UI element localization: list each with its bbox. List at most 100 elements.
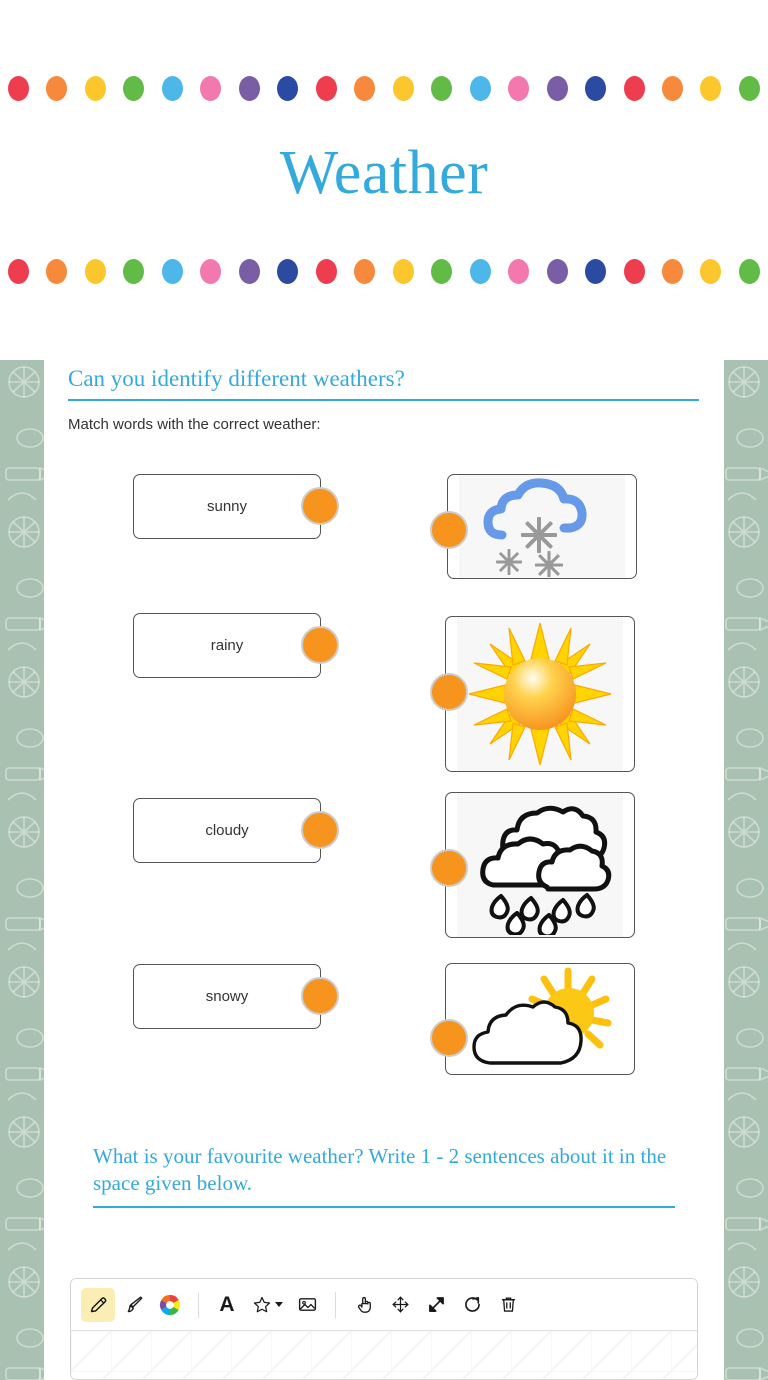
- decorative-dot: [392, 75, 414, 101]
- decorative-dot: [315, 75, 337, 101]
- decorative-dot: [738, 258, 760, 284]
- image-inner-backdrop: [459, 475, 625, 578]
- decorative-dot: [661, 75, 683, 101]
- chevron-down-icon: [274, 1302, 283, 1307]
- decorative-dot: [431, 258, 453, 284]
- decorative-dot: [546, 75, 568, 101]
- drawing-answer-widget[interactable]: A: [70, 1278, 698, 1380]
- decorative-dot: [469, 75, 491, 101]
- decorative-dot: [161, 258, 183, 284]
- question-1-section: Can you identify different weathers? Mat…: [68, 360, 700, 1075]
- decorative-dot: [84, 75, 106, 101]
- word-box-sunny[interactable]: sunny: [133, 474, 321, 539]
- image-icon: [298, 1298, 316, 1311]
- decorative-dot: [623, 75, 645, 101]
- decorative-dot: [200, 258, 222, 284]
- color-picker-tool-button[interactable]: [153, 1288, 187, 1322]
- word-label: rainy: [210, 637, 244, 654]
- image-inner-backdrop: [457, 793, 623, 937]
- toolbar-separator: [335, 1291, 336, 1318]
- decorative-dot: [46, 258, 68, 284]
- drawing-toolbar: A: [71, 1279, 697, 1331]
- decorative-dot: [546, 258, 568, 284]
- partly-cloudy-icon: [472, 967, 612, 1065]
- word-box-cloudy[interactable]: cloudy: [133, 798, 321, 863]
- decorative-dot: [469, 258, 491, 284]
- decorative-dot: [8, 258, 29, 284]
- decorative-dot: [46, 75, 68, 101]
- decorative-dot: [392, 258, 414, 284]
- decorative-dot: [8, 75, 29, 101]
- redo-tool-button[interactable]: [455, 1288, 489, 1322]
- decorative-dot: [585, 258, 607, 284]
- move-tool-button[interactable]: [383, 1288, 417, 1322]
- decorative-dot: [738, 75, 760, 101]
- decorative-dot-strip-top: [0, 75, 768, 101]
- decorative-dot: [661, 258, 683, 284]
- decorative-dot: [123, 75, 145, 101]
- snowy-cloud-icon: [483, 477, 587, 577]
- connector-knob-image-snowy-cloud[interactable]: [430, 511, 468, 549]
- decorative-dot: [623, 258, 645, 284]
- decorative-dot: [354, 258, 376, 284]
- rain-cloud-icon: [480, 805, 612, 935]
- matching-exercise: sunny rainy cloudy snowy: [68, 449, 700, 1075]
- text-tool-button[interactable]: A: [210, 1288, 244, 1322]
- hand-tool-button[interactable]: [347, 1288, 381, 1322]
- text-tool-label: A: [219, 1292, 235, 1316]
- delete-tool-button[interactable]: [491, 1288, 525, 1322]
- question-2-prompt: What is your favourite weather? Write 1 …: [93, 1143, 675, 1208]
- page-title: Weather: [279, 139, 489, 207]
- sun-icon: [468, 622, 612, 766]
- resize-diagonal-icon: [428, 1297, 444, 1312]
- connector-knob-word-cloudy[interactable]: [301, 811, 339, 849]
- decorative-dot: [700, 258, 722, 284]
- word-label: cloudy: [205, 822, 249, 839]
- decorative-dot-strip-bottom: [0, 258, 768, 284]
- drawing-canvas[interactable]: [71, 1331, 697, 1379]
- connector-knob-image-sun[interactable]: [430, 673, 468, 711]
- image-card-snowy-cloud[interactable]: [447, 474, 637, 579]
- decorative-dot: [585, 75, 607, 101]
- decorative-dot: [315, 258, 337, 284]
- toolbar-separator: [198, 1291, 199, 1318]
- move-arrows-icon: [391, 1296, 409, 1313]
- decorative-dot: [700, 75, 722, 101]
- word-box-snowy[interactable]: snowy: [133, 964, 321, 1029]
- image-inner-backdrop: [457, 617, 623, 771]
- word-label: sunny: [206, 498, 248, 515]
- word-box-rainy[interactable]: rainy: [133, 613, 321, 678]
- decorative-dot: [238, 258, 260, 284]
- word-label: snowy: [205, 988, 249, 1005]
- image-inner-backdrop: [457, 964, 623, 1074]
- pencil-tool-button[interactable]: [81, 1287, 115, 1322]
- connector-knob-image-partly-cloudy[interactable]: [430, 1019, 468, 1057]
- decorative-dot: [508, 258, 530, 284]
- decorative-dot: [84, 258, 106, 284]
- question-1-instruction: Match words with the correct weather:: [68, 416, 321, 433]
- connector-knob-word-snowy[interactable]: [301, 977, 339, 1015]
- decorative-dot: [431, 75, 453, 101]
- brush-icon: [127, 1296, 142, 1313]
- decorative-dot: [123, 258, 145, 284]
- resize-tool-button[interactable]: [419, 1288, 453, 1322]
- question-1-heading: Can you identify different weathers?: [68, 360, 699, 401]
- shape-tool-button[interactable]: [246, 1288, 288, 1322]
- trash-icon: [501, 1297, 515, 1312]
- refresh-icon: [464, 1297, 480, 1312]
- hand-pointer-icon: [357, 1296, 371, 1313]
- connector-knob-word-sunny[interactable]: [301, 487, 339, 525]
- connector-knob-image-rain-cloud[interactable]: [430, 849, 468, 887]
- image-card-partly-cloudy[interactable]: [445, 963, 635, 1075]
- connector-knob-word-rainy[interactable]: [301, 626, 339, 664]
- question-2-section: What is your favourite weather? Write 1 …: [93, 1143, 675, 1208]
- image-card-rain-cloud[interactable]: [445, 792, 635, 938]
- brush-tool-button[interactable]: [117, 1288, 151, 1322]
- decorative-dot: [277, 75, 299, 101]
- color-wheel-icon: [159, 1294, 181, 1315]
- decorative-dot: [354, 75, 376, 101]
- worksheet-page: Weather Can you identify different weath…: [0, 0, 768, 1380]
- image-card-sun[interactable]: [445, 616, 635, 772]
- decorative-dot: [238, 75, 260, 101]
- image-tool-button[interactable]: [290, 1288, 324, 1322]
